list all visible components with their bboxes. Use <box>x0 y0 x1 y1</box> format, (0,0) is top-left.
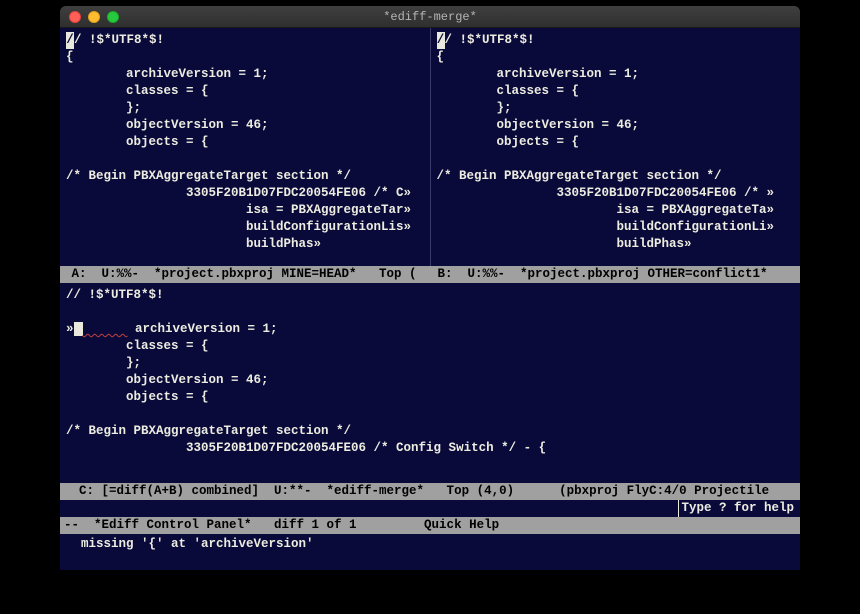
pane-a-line: buildConfigurationLis» <box>66 220 411 234</box>
top-panes: // !$*UTF8*$! { archiveVersion = 1; clas… <box>60 28 800 266</box>
pane-a-line: buildPhas» <box>66 237 321 251</box>
close-icon[interactable] <box>69 11 81 23</box>
pane-b-line: isa = PBXAggregateTa» <box>437 203 775 217</box>
pane-b-line: /* Begin PBXAggregateTarget section */ <box>437 169 722 183</box>
pane-b-line: / !$*UTF8*$! <box>445 33 535 47</box>
pane-b-line: { <box>437 50 445 64</box>
pane-c-line: classes = { <box>66 339 209 353</box>
pane-b-line: buildPhas» <box>437 237 692 251</box>
pane-c-line: objects = { <box>66 390 209 404</box>
editor-area: // !$*UTF8*$! { archiveVersion = 1; clas… <box>60 28 800 570</box>
pane-a-line: isa = PBXAggregateTar» <box>66 203 411 217</box>
pane-c-line: objectVersion = 46; <box>66 373 269 387</box>
help-hint-row: Type ? for help <box>60 500 800 517</box>
modeline-c: C: [=diff(A+B) combined] U:**- *ediff-me… <box>60 483 800 500</box>
minimize-icon[interactable] <box>88 11 100 23</box>
traffic-lights <box>60 11 119 23</box>
emacs-window: *ediff-merge* // !$*UTF8*$! { archiveVer… <box>60 6 800 570</box>
pane-a[interactable]: // !$*UTF8*$! { archiveVersion = 1; clas… <box>60 28 431 266</box>
pane-a-line: objects = { <box>66 135 209 149</box>
pane-a-code[interactable]: // !$*UTF8*$! { archiveVersion = 1; clas… <box>60 28 430 253</box>
help-hint: Type ? for help <box>678 500 794 517</box>
cursor-a: / <box>66 32 74 49</box>
pane-a-line: { <box>66 50 74 64</box>
pane-a-line: archiveVersion = 1; <box>66 67 269 81</box>
pane-c-line: /* Begin PBXAggregateTarget section */ <box>66 424 351 438</box>
pane-b-line: buildConfigurationLi» <box>437 220 775 234</box>
pane-b-line: objectVersion = 46; <box>437 118 640 132</box>
diff-marker-icon: » <box>66 322 74 336</box>
pane-c-code[interactable]: // !$*UTF8*$! »...... archiveVersion = 1… <box>60 283 800 457</box>
pane-c-line: // !$*UTF8*$! <box>66 288 164 302</box>
cursor-b: / <box>437 32 445 49</box>
modeline-ab: A: U:%%- *project.pbxproj MINE=HEAD* Top… <box>60 266 800 283</box>
diff-cursor <box>74 322 83 336</box>
pane-c[interactable]: // !$*UTF8*$! »...... archiveVersion = 1… <box>60 283 800 483</box>
pane-a-line: / !$*UTF8*$! <box>74 33 164 47</box>
pane-b-line: 3305F20B1D07FDC20054FE06 /* » <box>437 186 775 200</box>
modeline-a: A: U:%%- *project.pbxproj MINE=HEAD* Top… <box>64 266 430 283</box>
pane-c-line: archiveVersion = 1; <box>128 322 278 336</box>
zoom-icon[interactable] <box>107 11 119 23</box>
pane-a-line: objectVersion = 46; <box>66 118 269 132</box>
window-title: *ediff-merge* <box>60 10 800 24</box>
pane-c-line: }; <box>66 356 141 370</box>
pane-a-line: 3305F20B1D07FDC20054FE06 /* C» <box>66 186 411 200</box>
pane-a-line: classes = { <box>66 84 209 98</box>
pane-b-line: }; <box>437 101 512 115</box>
pane-a-line: /* Begin PBXAggregateTarget section */ <box>66 169 351 183</box>
titlebar[interactable]: *ediff-merge* <box>60 6 800 28</box>
pane-b[interactable]: // !$*UTF8*$! { archiveVersion = 1; clas… <box>431 28 801 266</box>
pane-b-line: classes = { <box>437 84 580 98</box>
modeline-b: B: U:%%- *project.pbxproj OTHER=conflict… <box>430 266 796 283</box>
pane-b-line: archiveVersion = 1; <box>437 67 640 81</box>
pane-c-line: 3305F20B1D07FDC20054FE06 /* Config Switc… <box>66 441 546 455</box>
ediff-control-modeline: -- *Ediff Control Panel* diff 1 of 1 Qui… <box>60 517 800 534</box>
pane-a-line: }; <box>66 101 141 115</box>
pane-b-line: objects = { <box>437 135 580 149</box>
pane-b-code[interactable]: // !$*UTF8*$! { archiveVersion = 1; clas… <box>431 28 801 253</box>
minibuffer[interactable]: missing '{' at 'archiveVersion' <box>60 534 800 554</box>
